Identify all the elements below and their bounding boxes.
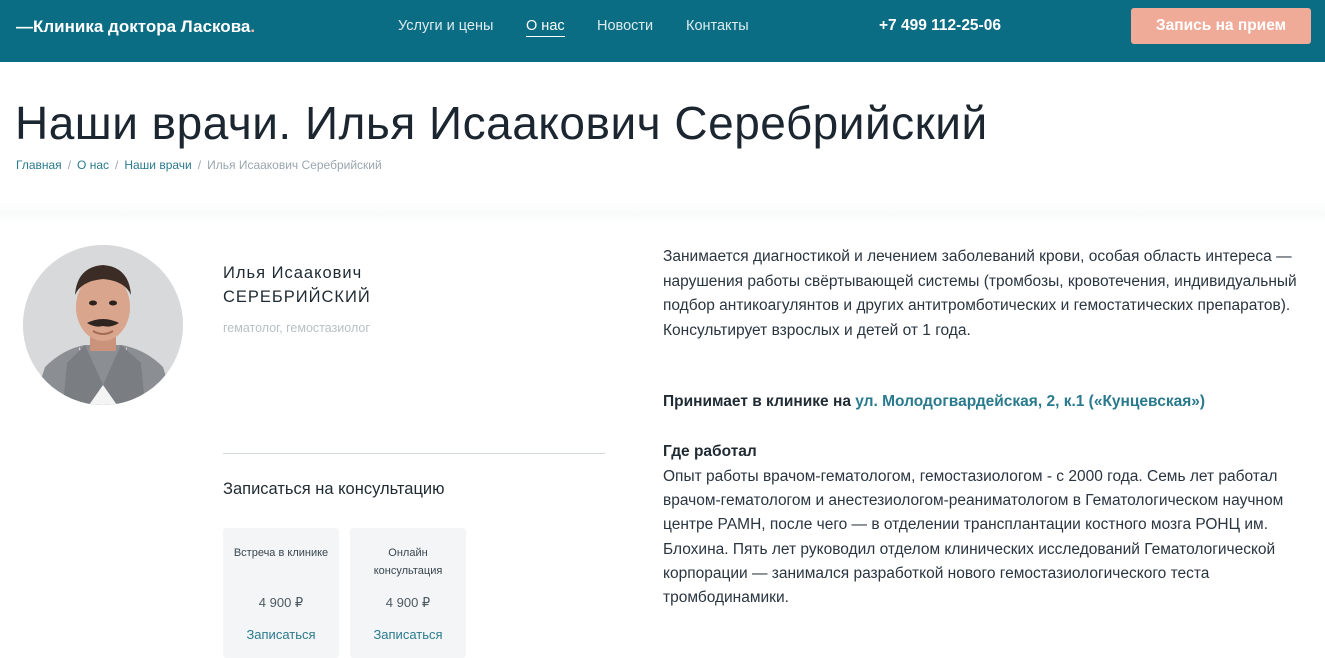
work-history-text: Опыт работы врачом-гематологом, гемостаз… [663,468,1284,607]
breadcrumb-separator: / [115,158,119,172]
nav-services-prices[interactable]: Услуги и цены [398,18,493,34]
work-history-heading: Где работал [663,443,757,460]
breadcrumb: Главная / О нас / Наши врачи / Илья Исаакович … [16,158,382,172]
site-header: —Клиника доктора Ласкова. Услуги и цены … [0,0,1325,62]
nav-about[interactable]: О нас [526,18,565,37]
book-online-button[interactable]: Записаться [350,627,466,642]
clinic-address-link[interactable]: ул. Молодогвардейская, 2, к.1 («Кунцевск… [855,393,1205,410]
appointment-button[interactable]: Запись на прием [1131,8,1311,44]
page-title: Наши врачи. Илья Исаакович Серебрийский [15,97,988,149]
consult-card-price: 4 900 ₽ [258,595,304,610]
phone-link[interactable]: +7 499 112-25-06 [879,17,1001,35]
consult-card-title: Онлайн консультация [373,547,443,577]
nav-news[interactable]: Новости [597,18,653,34]
doctor-last-name: СЕРЕБРИЙСКИЙ [223,288,371,306]
logo-text: —Клиника доктора Ласкова [16,17,251,36]
consult-card-clinic: Встреча в клинике 4 900 ₽ Записаться [223,528,339,658]
doctor-portrait-image [23,245,183,405]
logo[interactable]: —Клиника доктора Ласкова. [16,17,255,37]
consultation-heading: Записаться на консультацию [223,480,445,498]
breadcrumb-doctors[interactable]: Наши врачи [124,158,191,172]
doctor-first-names: Илья Исаакович [223,264,363,282]
nav-contacts[interactable]: Контакты [686,18,749,34]
breadcrumb-home[interactable]: Главная [16,158,62,172]
consult-card-online: Онлайн консультация 4 900 ₽ Записаться [350,528,466,658]
consult-card-title: Встреча в клинике [233,547,329,559]
consult-card-price: 4 900 ₽ [385,595,431,610]
breadcrumb-separator: / [197,158,202,172]
section-divider-band [0,200,1325,224]
breadcrumb-about[interactable]: О нас [77,158,109,172]
breadcrumb-current: Илья Исаакович Серебрийский [207,158,382,172]
doctor-specialty: гематолог, гемостазиолог [223,321,370,335]
breadcrumb-separator: / [67,158,72,172]
doctor-description: Занимается диагностикой и лечением забол… [663,248,1297,339]
clinic-label: Принимает в клинике на [663,393,851,410]
book-clinic-button[interactable]: Записаться [223,627,339,642]
clinic-line: Принимает в клинике на ул. Молодогвардей… [663,393,1205,411]
doctor-photo [23,245,183,405]
logo-dot: . [250,17,256,36]
divider [223,453,605,454]
